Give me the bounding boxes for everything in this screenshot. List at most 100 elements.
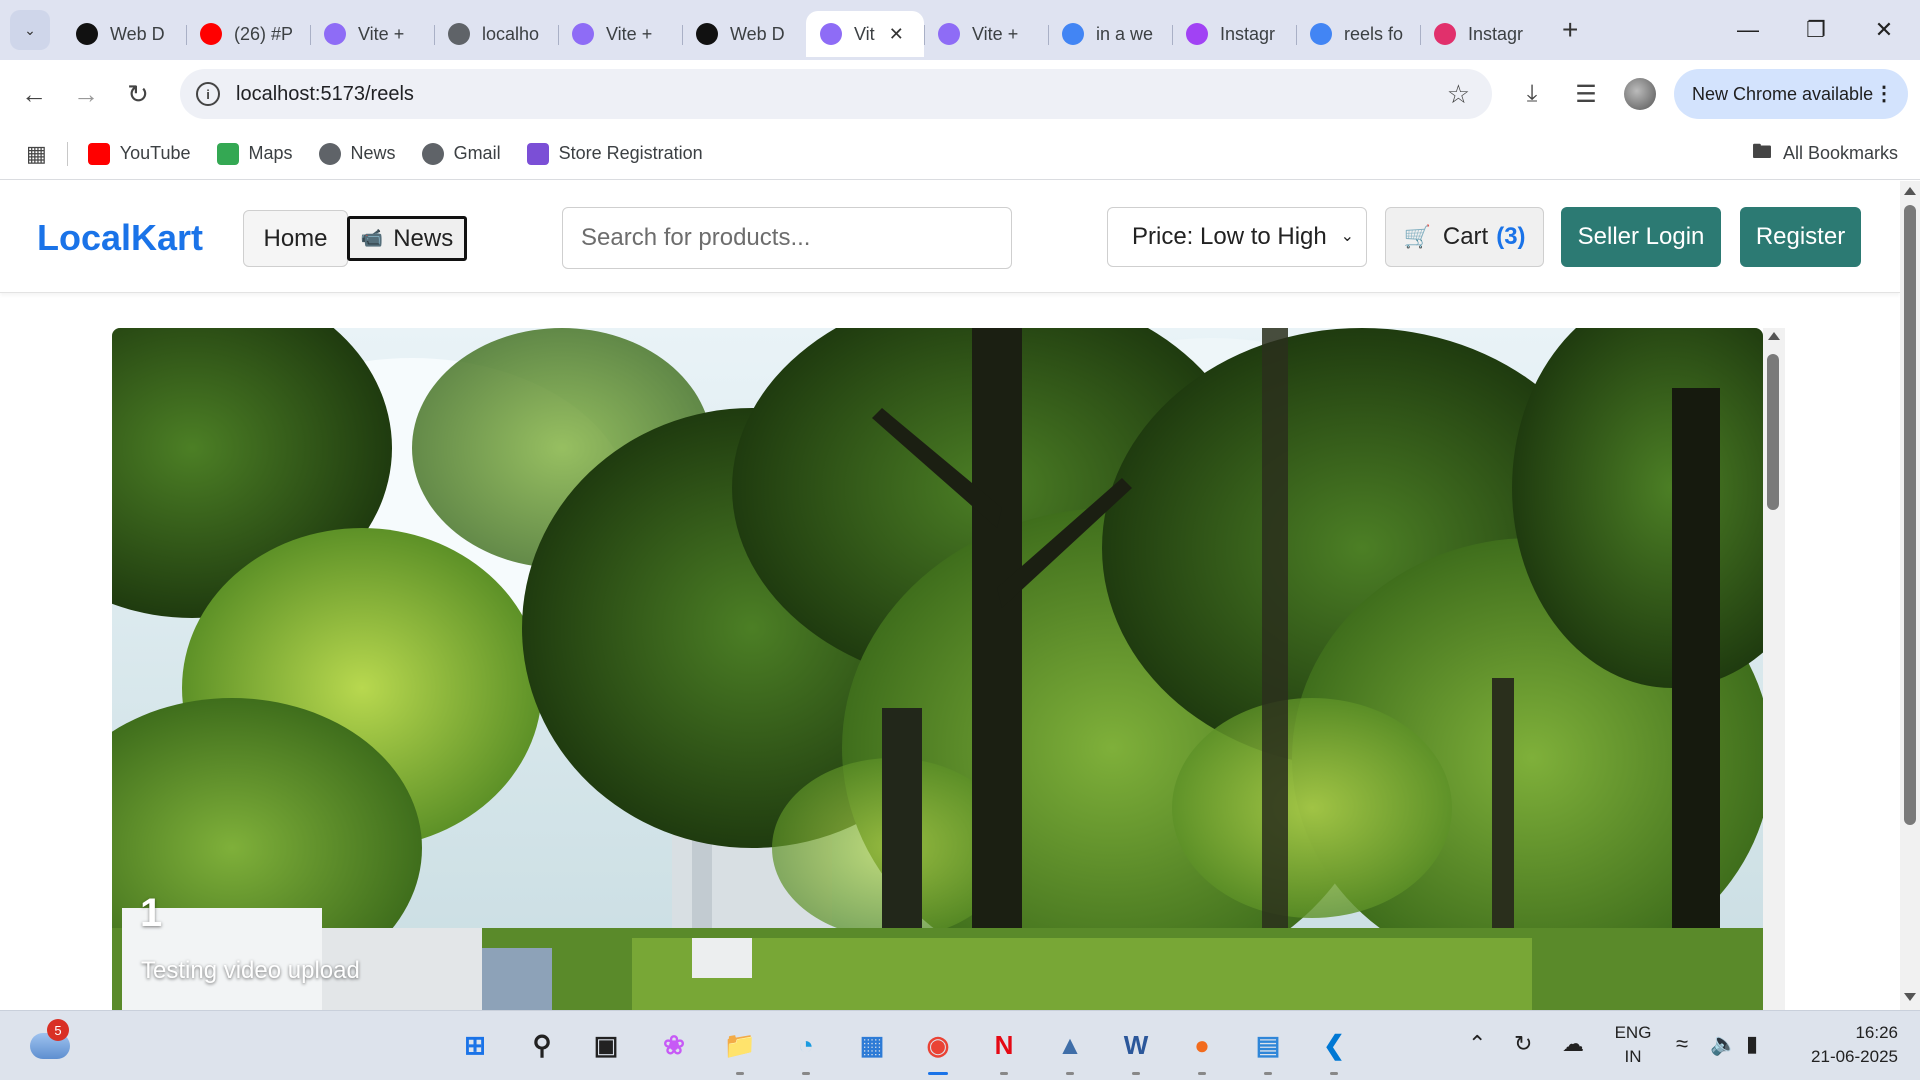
battery-icon[interactable]: ▮ bbox=[1746, 1031, 1758, 1057]
tab-search-button[interactable]: ⌄ bbox=[10, 10, 50, 50]
reel-video-frame bbox=[112, 328, 1763, 1010]
notepad-icon[interactable]: ▤ bbox=[1248, 1025, 1288, 1075]
forward-button[interactable]: → bbox=[60, 68, 112, 120]
start-button[interactable]: ⊞ bbox=[455, 1025, 495, 1065]
reel-video[interactable] bbox=[112, 328, 1763, 1010]
brand-logo[interactable]: LocalKart bbox=[37, 217, 203, 259]
mysql-workbench-icon[interactable]: ▲ bbox=[1050, 1025, 1090, 1075]
nav-news-button[interactable]: 📹 News bbox=[347, 216, 467, 261]
address-bar[interactable]: i localhost:5173/reels ☆ bbox=[180, 69, 1492, 119]
bookmark-label: YouTube bbox=[119, 143, 191, 163]
browser-toolbar: ← → ↻ i localhost:5173/reels ☆ ⤓ ☰ New C… bbox=[0, 60, 1920, 128]
instagram-icon bbox=[1434, 23, 1456, 45]
back-button[interactable]: ← bbox=[8, 68, 60, 120]
language-region: IN bbox=[1624, 1047, 1642, 1066]
bookmark-star-icon[interactable]: ☆ bbox=[1447, 79, 1470, 110]
notification-badge: 5 bbox=[47, 1019, 69, 1041]
tab-title: Vite + bbox=[358, 23, 405, 44]
sss-icon bbox=[1186, 23, 1208, 45]
bookmark-label: Gmail bbox=[453, 143, 501, 163]
tab-title: Vit bbox=[854, 23, 875, 44]
profile-avatar[interactable] bbox=[1624, 78, 1656, 110]
clock-date: 21-06-2025 bbox=[1811, 1047, 1898, 1066]
site-info-icon[interactable]: i bbox=[196, 82, 220, 106]
all-bookmarks-button[interactable]: 🖿 All Bookmarks bbox=[1751, 140, 1898, 165]
browser-tab[interactable]: in a we bbox=[1048, 11, 1172, 57]
browser-tab[interactable]: Web D bbox=[682, 11, 806, 57]
bookmark-label: News bbox=[350, 143, 396, 163]
word-icon[interactable]: W bbox=[1116, 1025, 1156, 1075]
sliders-icon bbox=[526, 142, 549, 165]
sort-selected-label: Price: Low to High bbox=[1132, 223, 1327, 250]
bookmark-item[interactable]: Store Registration bbox=[526, 142, 703, 165]
menu-dots-icon: ⋮ bbox=[1874, 83, 1894, 105]
tab-title: Vite + bbox=[972, 23, 1019, 44]
all-bookmarks-label: All Bookmarks bbox=[1782, 143, 1898, 163]
bookmark-item[interactable]: YouTube bbox=[87, 142, 191, 165]
scroll-up-arrow-icon[interactable] bbox=[1904, 187, 1916, 195]
browser-tab[interactable]: Vite + bbox=[558, 11, 682, 57]
browser-tab[interactable]: (26) #P bbox=[186, 11, 310, 57]
language-indicator[interactable]: ENG IN bbox=[1610, 1021, 1656, 1069]
browser-tab[interactable]: Instagr bbox=[1172, 11, 1296, 57]
vite-icon bbox=[938, 23, 960, 45]
sort-select[interactable]: Price: Low to High ⌄ bbox=[1107, 207, 1367, 267]
globe-icon bbox=[421, 142, 444, 165]
search-icon[interactable]: ⚲ bbox=[522, 1025, 562, 1065]
chrome-update-button[interactable]: New Chrome available ⋮ bbox=[1674, 69, 1908, 119]
close-window-button[interactable]: ✕ bbox=[1850, 0, 1918, 60]
postman-icon[interactable]: ● bbox=[1182, 1025, 1222, 1075]
browser-tab[interactable]: Vit ✕ bbox=[806, 11, 924, 57]
store-icon[interactable]: ▦ bbox=[852, 1025, 892, 1065]
vite-icon bbox=[572, 23, 594, 45]
reel-caption: Testing video upload bbox=[141, 957, 360, 984]
bookmarks-bar: ▦ YouTube Maps News Gmail Store Registration… bbox=[0, 128, 1920, 180]
browser-tab[interactable]: Vite + bbox=[924, 11, 1048, 57]
register-button[interactable]: Register bbox=[1740, 207, 1861, 267]
scroll-up-arrow-icon[interactable] bbox=[1768, 332, 1780, 340]
bookmark-item[interactable]: News bbox=[318, 142, 396, 165]
browser-tab[interactable]: reels fo bbox=[1296, 11, 1420, 57]
cart-button[interactable]: 🛒 Cart (3) bbox=[1385, 207, 1544, 267]
scroll-down-arrow-icon[interactable] bbox=[1904, 993, 1916, 1001]
volume-icon[interactable]: 🔈 bbox=[1710, 1031, 1737, 1057]
close-tab-icon[interactable]: ✕ bbox=[889, 24, 904, 45]
product-search-input[interactable] bbox=[562, 207, 1012, 269]
clock[interactable]: 16:26 21-06-2025 bbox=[1792, 1021, 1898, 1069]
page-scrollbar[interactable] bbox=[1900, 181, 1920, 1010]
edge-icon[interactable]: ◔ bbox=[786, 1025, 826, 1075]
bookmark-item[interactable]: Maps bbox=[216, 142, 293, 165]
nav-home-button[interactable]: Home bbox=[243, 210, 348, 267]
update-chip-label: New Chrome available bbox=[1692, 83, 1874, 104]
copilot-icon[interactable]: ❀ bbox=[654, 1025, 694, 1065]
netflix-icon[interactable]: N bbox=[984, 1025, 1024, 1075]
minimize-button[interactable]: — bbox=[1714, 0, 1782, 60]
onedrive-icon[interactable]: ☁ bbox=[1562, 1031, 1584, 1057]
new-tab-button[interactable]: + bbox=[1562, 14, 1578, 46]
browser-tab[interactable]: Vite + bbox=[310, 11, 434, 57]
browser-tab[interactable]: Instagr bbox=[1420, 11, 1544, 57]
download-icon[interactable]: ⤓ bbox=[1512, 74, 1552, 114]
file-explorer-icon[interactable]: 📁 bbox=[720, 1025, 760, 1075]
tab-title: Vite + bbox=[606, 23, 653, 44]
chrome-icon[interactable]: ◉ bbox=[918, 1025, 958, 1075]
media-control-icon[interactable]: ☰ bbox=[1566, 74, 1606, 114]
reload-button[interactable]: ↻ bbox=[112, 68, 164, 120]
browser-tab[interactable]: Web D bbox=[62, 11, 186, 57]
vscode-icon[interactable]: ❮ bbox=[1314, 1025, 1354, 1075]
wifi-icon[interactable]: ≈ bbox=[1676, 1031, 1688, 1057]
task-view-icon[interactable]: ▣ bbox=[586, 1025, 626, 1065]
folder-icon: 🖿 bbox=[1751, 140, 1772, 163]
bookmark-label: Store Registration bbox=[558, 143, 703, 163]
seller-login-button[interactable]: Seller Login bbox=[1561, 207, 1721, 267]
restore-button[interactable]: ❐ bbox=[1782, 0, 1850, 60]
scrollbar-thumb[interactable] bbox=[1904, 205, 1916, 825]
chevron-up-icon[interactable]: ⌃ bbox=[1468, 1031, 1486, 1057]
apps-grid-icon[interactable]: ▦ bbox=[26, 141, 47, 167]
scrollbar-thumb[interactable] bbox=[1767, 354, 1779, 510]
bookmark-item[interactable]: Gmail bbox=[421, 142, 501, 165]
sync-icon[interactable]: ↻ bbox=[1514, 1031, 1532, 1057]
url-text[interactable]: localhost:5173/reels bbox=[236, 83, 414, 106]
reel-scrollbar[interactable] bbox=[1763, 328, 1785, 1010]
browser-tab[interactable]: localho bbox=[434, 11, 558, 57]
